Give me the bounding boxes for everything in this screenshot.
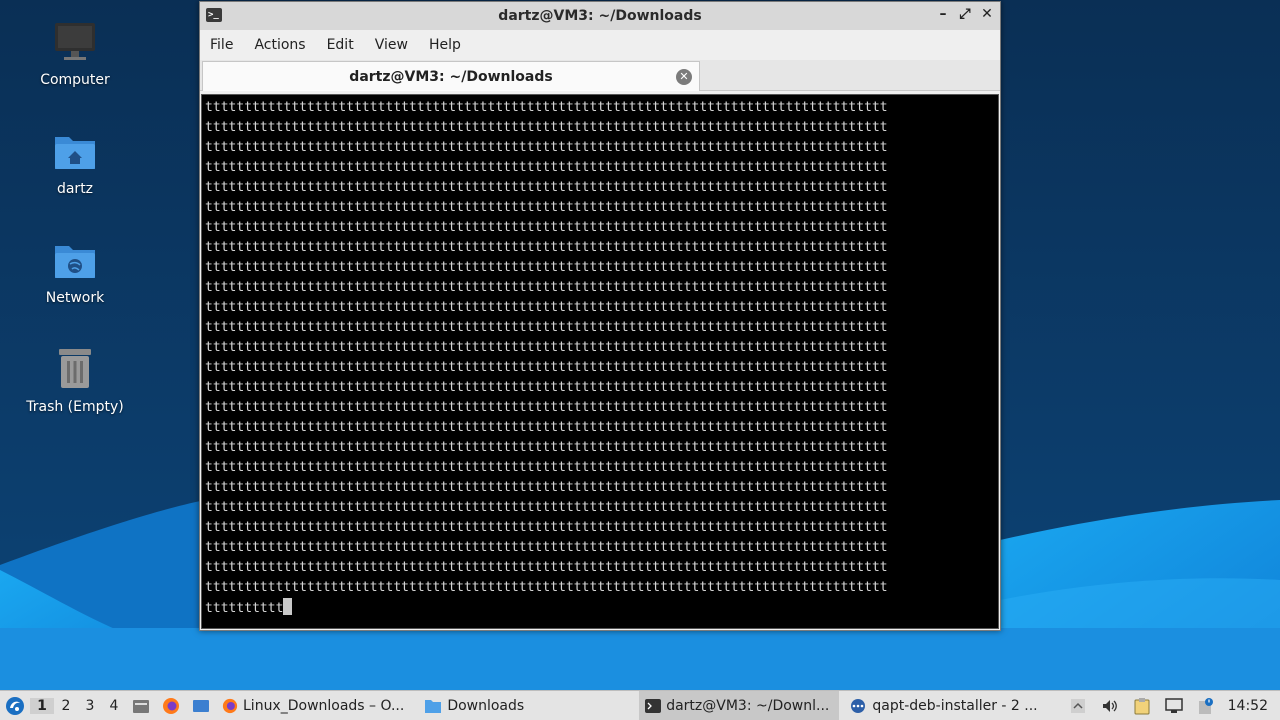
terminal-icon: >_ [206,8,222,22]
network-icon[interactable] [1164,696,1184,716]
task-qapt-installer[interactable]: qapt-deb-installer - 2 ... [843,691,1047,720]
close-icon[interactable]: ✕ [676,69,692,85]
installer-icon [851,698,866,713]
quicklaunch-desktop[interactable] [190,695,212,717]
terminal-line: tttttttttttttttttttttttttttttttttttttttt… [205,200,888,215]
window-titlebar[interactable]: >_ dartz@VM3: ~/Downloads – ⤢ ✕ [200,2,1000,30]
window-title: dartz@VM3: ~/Downloads [498,8,702,24]
close-button[interactable]: ✕ [980,6,994,22]
tab-label: dartz@VM3: ~/Downloads [349,68,553,85]
terminal-line: tttttttttttttttttttttttttttttttttttttttt… [205,280,888,295]
maximize-button[interactable]: ⤢ [958,6,972,22]
terminal-icon [645,698,662,713]
terminal-line: tttttttttttttttttttttttttttttttttttttttt… [205,160,888,175]
terminal-line: tttttttttttttttttttttttttttttttttttttttt… [205,100,888,115]
terminal-window[interactable]: >_ dartz@VM3: ~/Downloads – ⤢ ✕ File Act… [199,1,1001,631]
tab-bar: dartz@VM3: ~/Downloads ✕ [200,60,1000,91]
task-terminal[interactable]: dartz@VM3: ~/Downl... [639,690,840,720]
quicklaunch-firefox[interactable] [160,695,182,717]
file-manager-icon [133,699,149,713]
menu-file[interactable]: File [204,37,239,53]
terminal-line: tttttttttttttttttttttttttttttttttttttttt… [205,240,888,255]
terminal-line: tttttttttttttttttttttttttttttttttttttttt… [205,400,888,415]
terminal-output[interactable]: tttttttttttttttttttttttttttttttttttttttt… [201,94,999,629]
terminal-line: tttttttttttttttttttttttttttttttttttttttt… [205,500,888,515]
desktop-icon-label: Trash (Empty) [26,399,124,415]
tab-terminal[interactable]: dartz@VM3: ~/Downloads ✕ [202,61,700,91]
terminal-line: tttttttttttttttttttttttttttttttttttttttt… [205,380,888,395]
workspace-3[interactable]: 3 [78,698,102,714]
menu-actions[interactable]: Actions [248,37,311,53]
workspace-switcher: 1 2 3 4 [30,691,126,720]
taskbar: 1 2 3 4 Linux_Downloads – O... Downloads [0,690,1280,720]
menu-view[interactable]: View [369,37,414,53]
terminal-line: tttttttttttttttttttttttttttttttttttttttt… [205,340,888,355]
start-menu-button[interactable] [0,691,30,720]
network-folder-icon [55,246,95,278]
volume-icon[interactable] [1100,696,1120,716]
terminal-line: tttttttttttttttttttttttttttttttttttttttt… [205,520,888,535]
terminal-line: tttttttttttttttttttttttttttttttttttttttt… [205,120,888,135]
clock[interactable]: 14:52 [1228,698,1268,714]
task-firefox[interactable]: Linux_Downloads – O... [216,691,414,720]
desktop-icon-trash[interactable]: Trash (Empty) [20,347,130,415]
workspace-1[interactable]: 1 [30,697,54,714]
terminal-line: tttttttttttttttttttttttttttttttttttttttt… [205,560,888,575]
task-downloads[interactable]: Downloads [418,691,534,720]
show-desktop-icon [193,699,209,712]
lubuntu-logo-icon [6,696,24,715]
task-label: qapt-deb-installer - 2 ... [872,697,1038,714]
menu-edit[interactable]: Edit [321,37,360,53]
workspace-2[interactable]: 2 [54,698,78,714]
menu-bar: File Actions Edit View Help [200,30,1000,60]
desktop-icon-label: Network [45,290,105,306]
minimize-button[interactable]: – [936,6,950,22]
quicklaunch-files[interactable] [130,695,152,717]
terminal-input-text: tttttttttt [205,601,284,616]
folder-icon [425,699,442,713]
terminal-line: tttttttttttttttttttttttttttttttttttttttt… [205,140,888,155]
terminal-prompt-line: tttttttttt [205,598,998,618]
trash-icon [59,349,91,388]
tray-expand-icon[interactable] [1068,696,1088,716]
menu-help[interactable]: Help [423,37,467,53]
monitor-icon [55,23,95,60]
task-label: Downloads [447,697,525,714]
task-label: dartz@VM3: ~/Downl... [666,697,830,714]
terminal-line: tttttttttttttttttttttttttttttttttttttttt… [205,460,888,475]
terminal-line: tttttttttttttttttttttttttttttttttttttttt… [205,420,888,435]
terminal-line: tttttttttttttttttttttttttttttttttttttttt… [205,440,888,455]
terminal-line: tttttttttttttttttttttttttttttttttttttttt… [205,480,888,495]
terminal-line: tttttttttttttttttttttttttttttttttttttttt… [205,260,888,275]
update-notifier-icon[interactable] [1196,696,1216,716]
terminal-line: tttttttttttttttttttttttttttttttttttttttt… [205,220,888,235]
desktop-icon-label: Computer [40,72,110,88]
desktop-icon-home[interactable]: dartz [20,129,130,197]
terminal-line: tttttttttttttttttttttttttttttttttttttttt… [205,580,888,595]
terminal-line: tttttttttttttttttttttttttttttttttttttttt… [205,540,888,555]
text-cursor [283,598,293,615]
desktop-icon-network[interactable]: Network [20,238,130,306]
terminal-line: tttttttttttttttttttttttttttttttttttttttt… [205,360,888,375]
desktop-icon-label: dartz [56,181,94,197]
terminal-line: tttttttttttttttttttttttttttttttttttttttt… [205,300,888,315]
terminal-line: tttttttttttttttttttttttttttttttttttttttt… [205,180,888,195]
task-label: Linux_Downloads – O... [243,697,405,714]
firefox-icon [222,698,238,713]
desktop-icon-computer[interactable]: Computer [20,20,130,88]
terminal-line: tttttttttttttttttttttttttttttttttttttttt… [205,320,888,335]
clipboard-icon[interactable] [1132,696,1152,716]
firefox-icon [163,697,179,714]
home-folder-icon [55,137,95,169]
workspace-4[interactable]: 4 [102,698,126,714]
